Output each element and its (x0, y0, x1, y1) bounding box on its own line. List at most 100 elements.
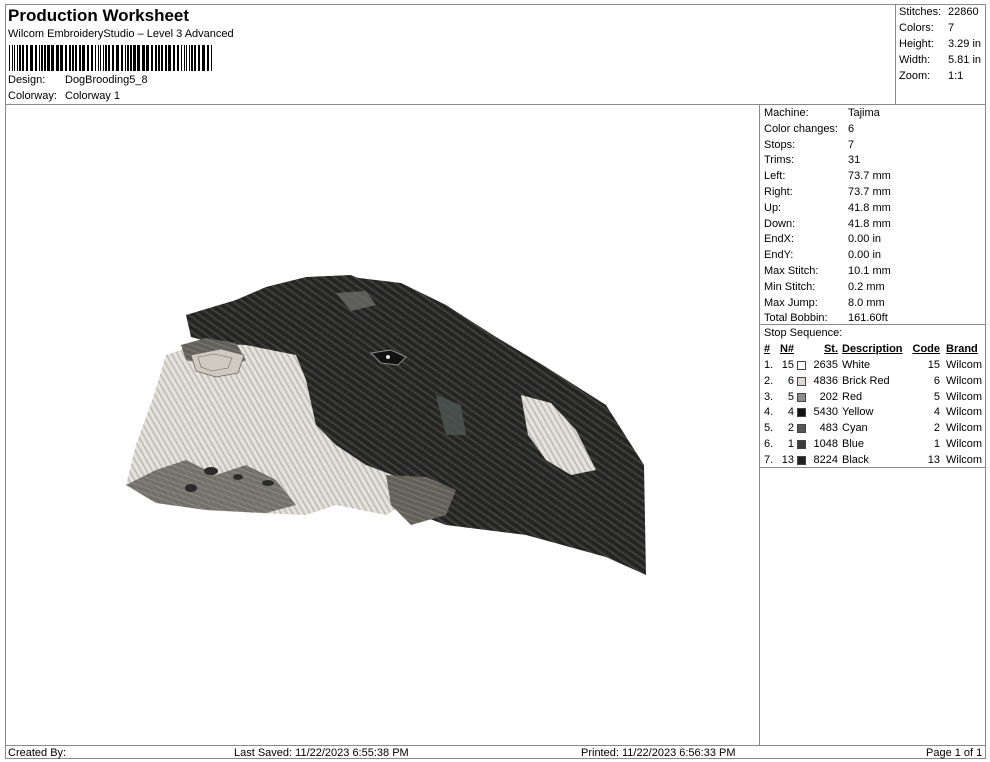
property-label: Up: (764, 201, 782, 214)
barcode-bar (17, 45, 18, 71)
barcode-bar (181, 45, 182, 71)
thread-brand: Wilcom (946, 374, 983, 387)
design-stats: Stitches: 22860 Colors: 7 Height: 3.29 in W… (895, 5, 986, 105)
panel-divider (760, 324, 986, 325)
property-value: 31 (848, 154, 861, 167)
stitch-count: 483 (819, 422, 838, 435)
property-label: Machine: (764, 107, 809, 119)
color-description: Black (842, 453, 869, 466)
barcode-bar (177, 45, 179, 71)
barcode-bar (103, 45, 104, 71)
stat-stitches: Stitches: 22860 (899, 6, 979, 18)
color-description: Cyan (842, 422, 868, 435)
barcode-bar (108, 45, 110, 71)
printed-date: Printed: 11/22/2023 6:56:33 PM (581, 747, 736, 759)
property-label: EndY: (764, 249, 794, 262)
embroidery-design-image (126, 275, 646, 575)
property-label: Min Stitch: (764, 280, 816, 293)
barcode-bar (72, 45, 74, 71)
design-name: DogBrooding5_8 (65, 74, 148, 86)
color-code: 13 (927, 453, 940, 466)
barcode-bar (51, 45, 54, 71)
stop-sequence-row: 5. 2 483 Cyan 2 Wilcom (760, 422, 986, 436)
property-value: 8.0 mm (848, 296, 885, 309)
needle-number: 6 (787, 374, 794, 387)
property-label: Max Jump: (764, 296, 818, 309)
property-row: Stops: 7 (764, 139, 854, 151)
property-label: Trims: (764, 154, 795, 167)
design-row: Design: DogBrooding5_8 (8, 74, 148, 86)
property-row: Down: 41.8 mm (764, 218, 891, 230)
barcode-bar (44, 45, 46, 71)
needle-number: 15 (781, 359, 794, 371)
needle-number: 2 (787, 422, 794, 435)
property-label: Stops: (764, 138, 796, 151)
barcode (9, 45, 212, 71)
barcode-bar (161, 45, 163, 71)
barcode-bar (105, 45, 107, 71)
property-row: Trims: 31 (764, 154, 860, 166)
barcode-bar (186, 45, 187, 71)
color-swatch (797, 376, 806, 386)
barcode-bar (125, 45, 126, 71)
stat-value: 22860 (948, 6, 979, 18)
row-index: 5. (764, 422, 774, 435)
stop-sequence-title: Stop Sequence: (764, 327, 843, 339)
barcode-bar (121, 45, 123, 71)
stat-label: Width: (899, 54, 931, 66)
barcode-bar (127, 45, 129, 71)
property-row: Up: 41.8 mm (764, 202, 891, 214)
color-swatch (797, 361, 806, 370)
color-code: 15 (927, 359, 940, 371)
color-description: Yellow (842, 406, 874, 419)
needle-number: 5 (787, 390, 794, 403)
barcode-bar (95, 45, 96, 71)
needle-number: 13 (781, 453, 794, 466)
software-name: Wilcom EmbroideryStudio – Level 3 Advanc… (8, 28, 234, 40)
barcode-bar (202, 45, 205, 71)
color-code: 1 (933, 438, 940, 450)
barcode-bar (151, 45, 153, 71)
barcode-bar (189, 45, 190, 71)
design-info-panel: Machine: Tajima Color changes: 6 Stops: 7 Trim… (759, 105, 986, 745)
worksheet-footer: Created By: Last Saved: 11/22/2023 6:55:… (6, 745, 986, 759)
barcode-bar (82, 45, 85, 71)
color-swatch (797, 392, 806, 402)
barcode-bar (130, 45, 132, 71)
property-value: 73.7 mm (848, 186, 891, 198)
color-swatch (797, 455, 806, 465)
barcode-bar (14, 45, 15, 71)
stitch-count: 1048 (813, 438, 838, 450)
barcode-bar (9, 45, 10, 71)
color-code: 6 (933, 374, 940, 387)
barcode-bar (60, 45, 63, 71)
stat-width: Width: 5.81 in (899, 54, 981, 66)
stat-height: Height: 3.29 in (899, 38, 981, 50)
col-header-code: Code (912, 343, 941, 355)
barcode-bar (22, 45, 24, 71)
stop-sequence-row: 6. 1 1048 Blue 1 Wilcom (760, 438, 986, 452)
stop-sequence-row: 1. 15 2635 White 15 Wilcom (760, 359, 986, 373)
property-row: Left: 73.7 mm (764, 170, 891, 182)
col-header-index: # (764, 343, 771, 355)
property-row: Right: 73.7 mm (764, 186, 891, 198)
col-header-description: Description (842, 343, 903, 355)
property-value: 161.60ft (848, 312, 888, 325)
stop-sequence-row: 7. 13 8224 Black 13 Wilcom (760, 454, 986, 468)
stat-value: 5.81 in (948, 54, 982, 66)
barcode-bar (168, 45, 171, 71)
color-swatch (797, 440, 806, 449)
stop-sequence-row: 2. 6 4836 Brick Red 6 Wilcom (760, 375, 986, 389)
thread-brand: Wilcom (946, 438, 983, 450)
stat-value: 3.29 in (948, 38, 982, 50)
barcode-bar (12, 45, 13, 71)
thread-brand: Wilcom (946, 359, 983, 371)
needle-number: 4 (787, 406, 794, 419)
barcode-bar (158, 45, 160, 71)
property-label: Down: (764, 217, 796, 230)
barcode-bar (133, 45, 136, 71)
property-value: 0.00 in (848, 233, 882, 246)
col-header-needle: N# (779, 343, 794, 355)
property-label: Total Bobbin: (764, 312, 828, 325)
stop-sequence-header: # N# St. Description Code Brand (760, 343, 986, 357)
